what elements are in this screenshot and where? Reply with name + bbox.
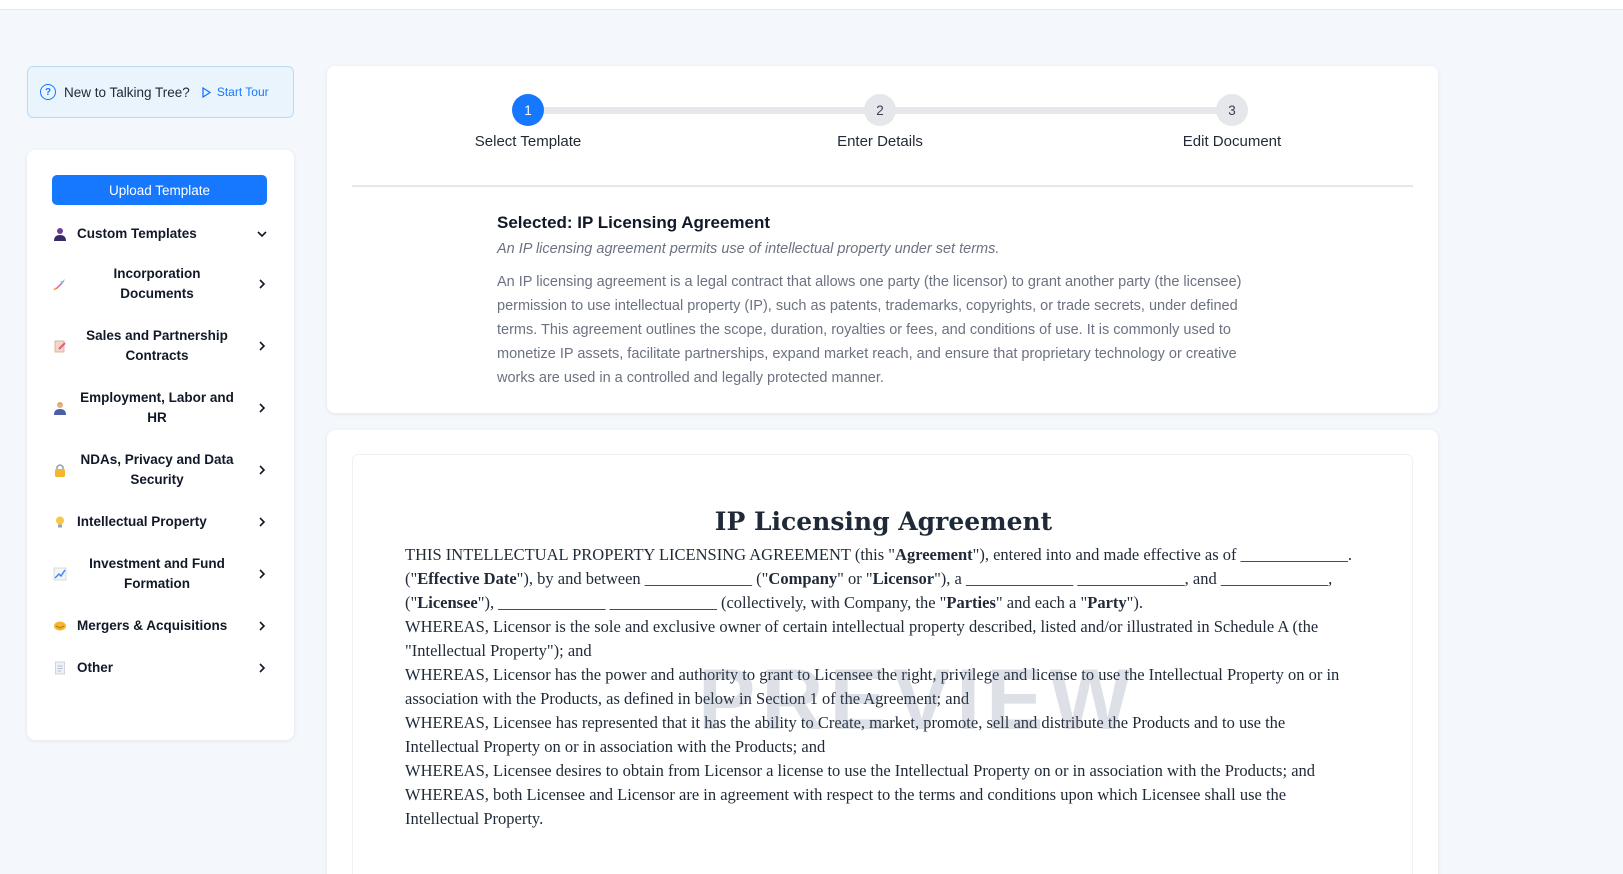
category-label: Incorporation Documents (113, 266, 201, 301)
category-label: Intellectual Property (77, 514, 207, 529)
step-1-circle[interactable]: 1 (512, 94, 544, 126)
step-2-label[interactable]: Enter Details (780, 133, 980, 150)
lock-icon (53, 463, 67, 477)
document-intro-paragraph: THIS INTELLECTUAL PROPERTY LICENSING AGR… (405, 545, 1353, 612)
selected-template-subtitle: An IP licensing agreement permits use of… (497, 241, 1000, 257)
handshake-icon (53, 619, 67, 633)
category-mergers-acquisitions[interactable]: Mergers & Acquisitions (27, 616, 294, 636)
chevron-right-icon (259, 517, 266, 527)
category-investment-fund-formation[interactable]: Investment and Fund Formation (27, 554, 294, 594)
upload-template-button[interactable]: Upload Template (52, 175, 267, 205)
category-custom-templates[interactable]: Custom Templates (27, 224, 294, 244)
step-3-circle[interactable]: 3 (1216, 94, 1248, 126)
category-intellectual-property[interactable]: Intellectual Property (27, 512, 294, 532)
document-preview-card: IP Licensing Agreement THIS INTELLECTUAL… (327, 430, 1438, 874)
whereas-clause: WHEREAS, Licensor is the sole and exclus… (405, 617, 1319, 660)
whereas-clause: WHEREAS, Licensee has represented that i… (405, 713, 1286, 756)
chart-icon (53, 567, 67, 581)
play-icon (202, 86, 211, 98)
category-label: NDAs, Privacy and Data Security (80, 452, 234, 487)
lightbulb-icon (53, 515, 67, 529)
category-label: Sales and Partnership Contracts (86, 328, 228, 363)
document-preview[interactable]: IP Licensing Agreement THIS INTELLECTUAL… (352, 454, 1413, 874)
category-ndas-privacy-data-security[interactable]: NDAs, Privacy and Data Security (27, 450, 294, 490)
template-sidebar: Upload Template Custom Templates Incorpo… (27, 150, 294, 740)
tour-banner: ? New to Talking Tree? Start Tour (27, 66, 294, 118)
category-sales-and-partnership-contracts[interactable]: Sales and Partnership Contracts (27, 326, 294, 366)
document-title: IP Licensing Agreement (714, 507, 1053, 536)
category-label: Other (77, 660, 114, 675)
document-icon (53, 661, 67, 675)
whereas-clause: WHEREAS, Licensee desires to obtain from… (405, 761, 1316, 780)
template-selection-card: 1 Select Template 2 Enter Details 3 Edit… (327, 66, 1438, 413)
divider (352, 185, 1413, 187)
start-tour-button[interactable]: Start Tour (202, 85, 269, 99)
category-label: Investment and Fund Formation (89, 556, 225, 591)
start-tour-label: Start Tour (216, 85, 269, 99)
help-circle-icon: ? (40, 84, 56, 100)
selected-template-description: An IP licensing agreement is a legal con… (497, 274, 1242, 386)
whereas-clause: WHEREAS, both Licensee and Licensor are … (405, 785, 1287, 828)
category-label: Custom Templates (77, 226, 197, 241)
chevron-right-icon (259, 341, 266, 351)
chevron-down-icon (257, 231, 267, 238)
category-other[interactable]: Other (27, 658, 294, 678)
category-employment-labor-hr[interactable]: Employment, Labor and HR (27, 388, 294, 428)
step-2-circle[interactable]: 2 (864, 94, 896, 126)
category-incorporation-documents[interactable]: Incorporation Documents (27, 264, 294, 304)
step-1-label[interactable]: Select Template (428, 133, 628, 150)
document-body: THIS INTELLECTUAL PROPERTY LICENSING AGR… (405, 543, 1355, 831)
category-label: Mergers & Acquisitions (77, 618, 228, 633)
chevron-right-icon (259, 403, 266, 413)
chevron-right-icon (259, 663, 266, 673)
category-label: Employment, Labor and HR (80, 390, 234, 425)
worker-icon (53, 401, 67, 415)
tour-text: New to Talking Tree? (64, 84, 190, 100)
chevron-right-icon (259, 621, 266, 631)
memo-icon (53, 339, 67, 353)
selected-template-title: Selected: IP Licensing Agreement (497, 213, 771, 232)
top-bar (0, 0, 1623, 10)
chevron-right-icon (259, 279, 266, 289)
step-3-label[interactable]: Edit Document (1132, 133, 1332, 150)
rocket-icon (53, 277, 67, 291)
chevron-right-icon (259, 465, 266, 475)
whereas-clause: WHEREAS, Licensor has the power and auth… (405, 665, 1340, 708)
person-icon (53, 227, 67, 241)
chevron-right-icon (259, 569, 266, 579)
